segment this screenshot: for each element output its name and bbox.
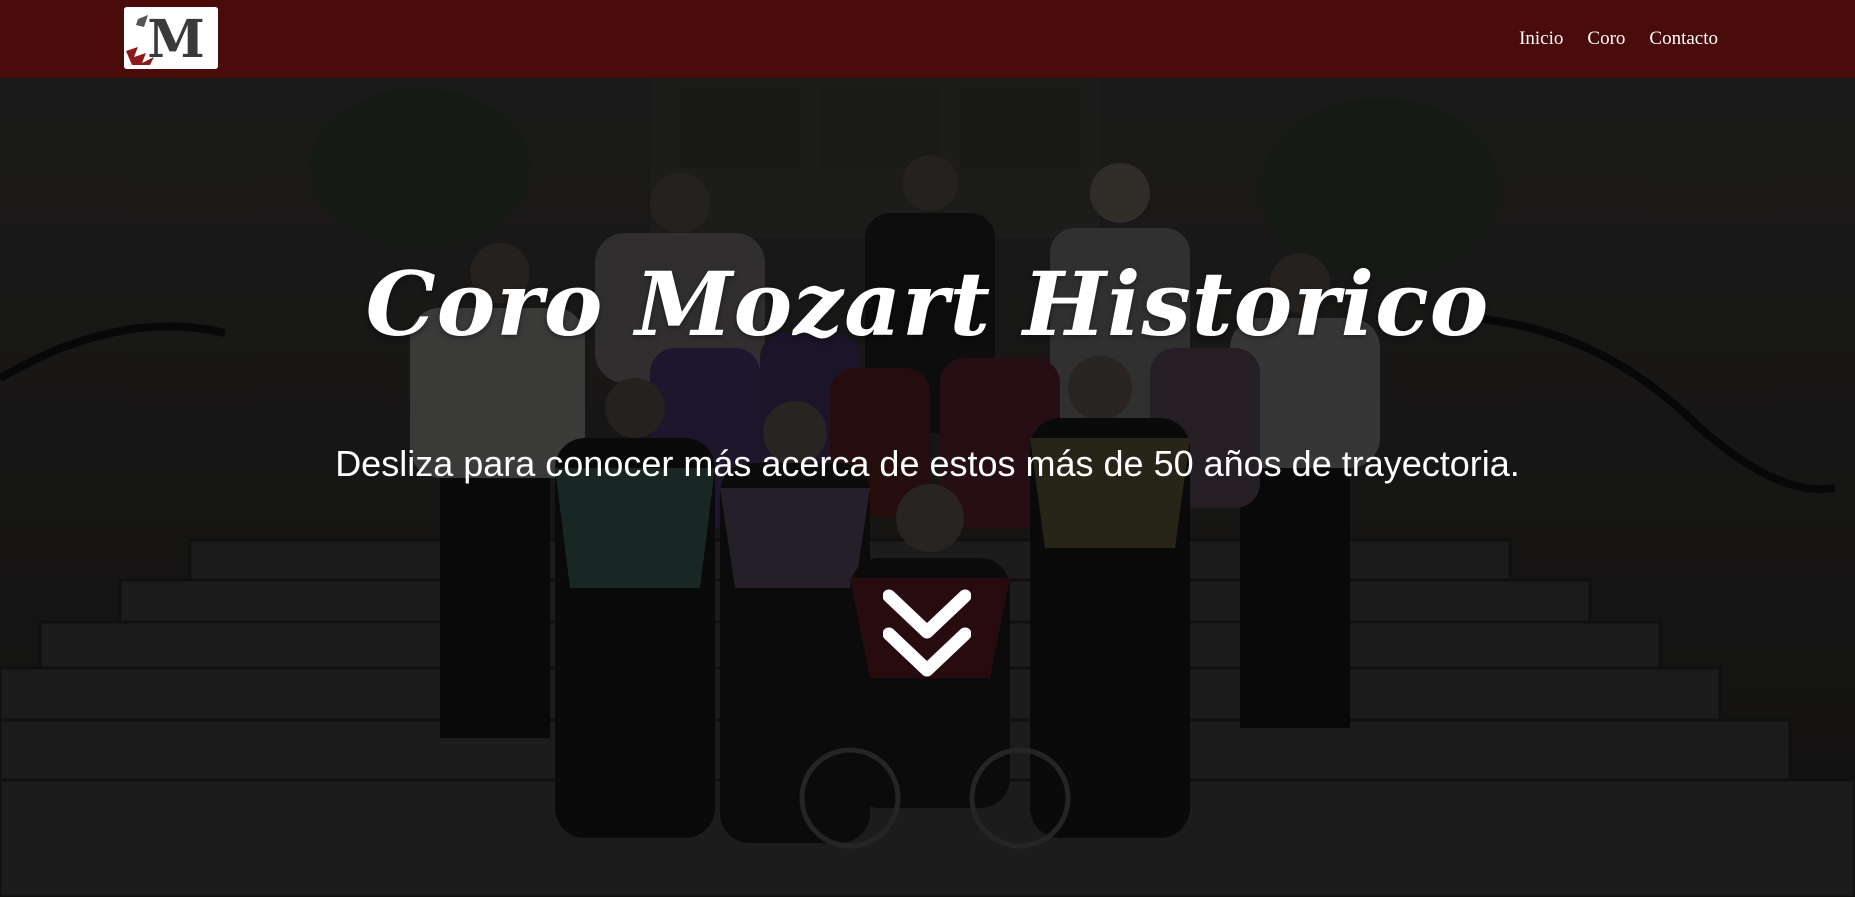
double-chevron-down-icon xyxy=(882,589,972,677)
logo-letter: M xyxy=(147,9,205,69)
navbar: M Inicio Coro Contacto xyxy=(0,0,1855,78)
scroll-down-button[interactable] xyxy=(882,588,972,680)
nav-link-contacto[interactable]: Contacto xyxy=(1649,28,1718,50)
site-logo[interactable]: M xyxy=(124,7,218,69)
hero-overlay xyxy=(0,78,1855,897)
hero-section: Coro Mozart Historico Desliza para conoc… xyxy=(0,78,1855,897)
main-nav: Inicio Coro Contacto xyxy=(1519,0,1718,78)
hero-title: Coro Mozart Historico xyxy=(365,252,1490,356)
nav-link-coro[interactable]: Coro xyxy=(1587,28,1625,50)
nav-link-inicio[interactable]: Inicio xyxy=(1519,28,1563,50)
choir-monogram-logo: M xyxy=(124,7,218,69)
hero-subtitle: Desliza para conocer más acerca de estos… xyxy=(335,443,1520,484)
